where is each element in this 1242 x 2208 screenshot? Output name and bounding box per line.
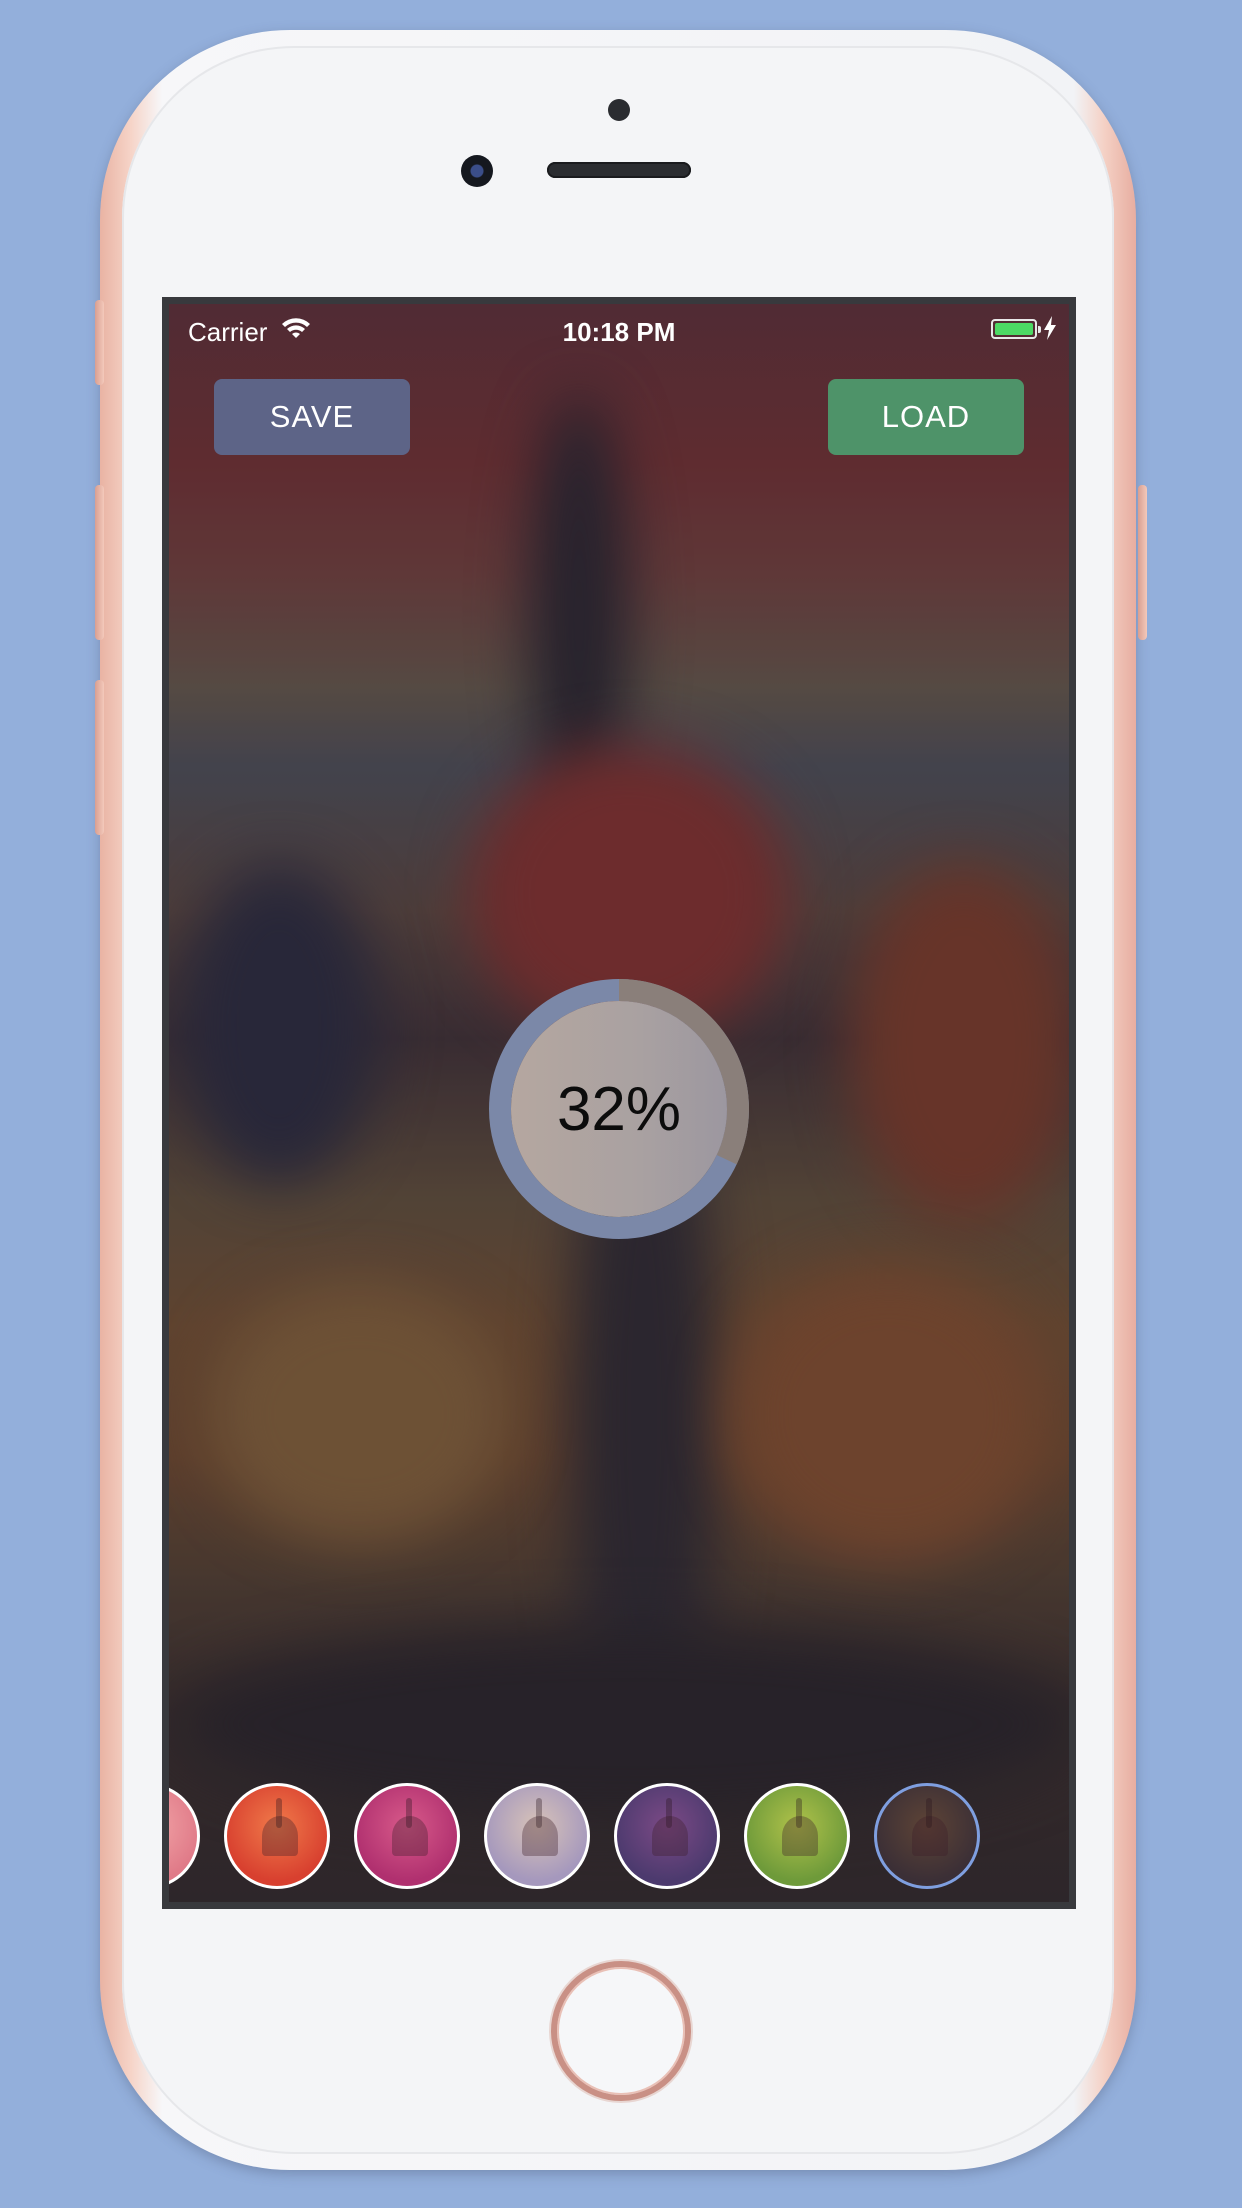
volume-down-button [95,680,104,835]
front-camera-icon [461,155,493,187]
thumbnail-spire [406,1798,412,1828]
filter-dark-thumbnail[interactable] [874,1783,980,1889]
filter-lavender-thumbnail[interactable] [484,1783,590,1889]
thumbnail-spire [666,1798,672,1828]
silent-switch [95,300,104,385]
filter-purple-thumbnail[interactable] [614,1783,720,1889]
filter-strip[interactable] [169,1783,1069,1893]
filter-magenta-thumbnail[interactable] [354,1783,460,1889]
load-button[interactable]: LOAD [828,379,1024,455]
thumbnail-dome [162,1816,168,1856]
volume-up-button [95,485,104,640]
thumbnail-spire [796,1798,802,1828]
thumbnail-spire [276,1798,282,1828]
battery-icon [991,319,1041,339]
earpiece-speaker [547,162,691,178]
progress-ring: 32% [489,979,749,1239]
filter-green-thumbnail[interactable] [744,1783,850,1889]
progress-percent-label: 32% [556,1074,682,1144]
charging-bolt-icon [1044,316,1056,340]
proximity-sensor [608,99,630,121]
save-button[interactable]: SAVE [214,379,410,455]
thumbnail-spire [536,1798,542,1828]
power-button [1138,485,1147,640]
thumbnail-spire [926,1798,932,1828]
app-screen: Carrier 10:18 PM SAVE LOAD 32% [162,297,1076,1909]
status-bar: Carrier 10:18 PM [169,304,1069,360]
clock: 10:18 PM [562,317,676,347]
filter-red-thumbnail[interactable] [224,1783,330,1889]
home-button[interactable] [551,1961,691,2101]
filter-pink-thumbnail[interactable] [162,1783,200,1889]
